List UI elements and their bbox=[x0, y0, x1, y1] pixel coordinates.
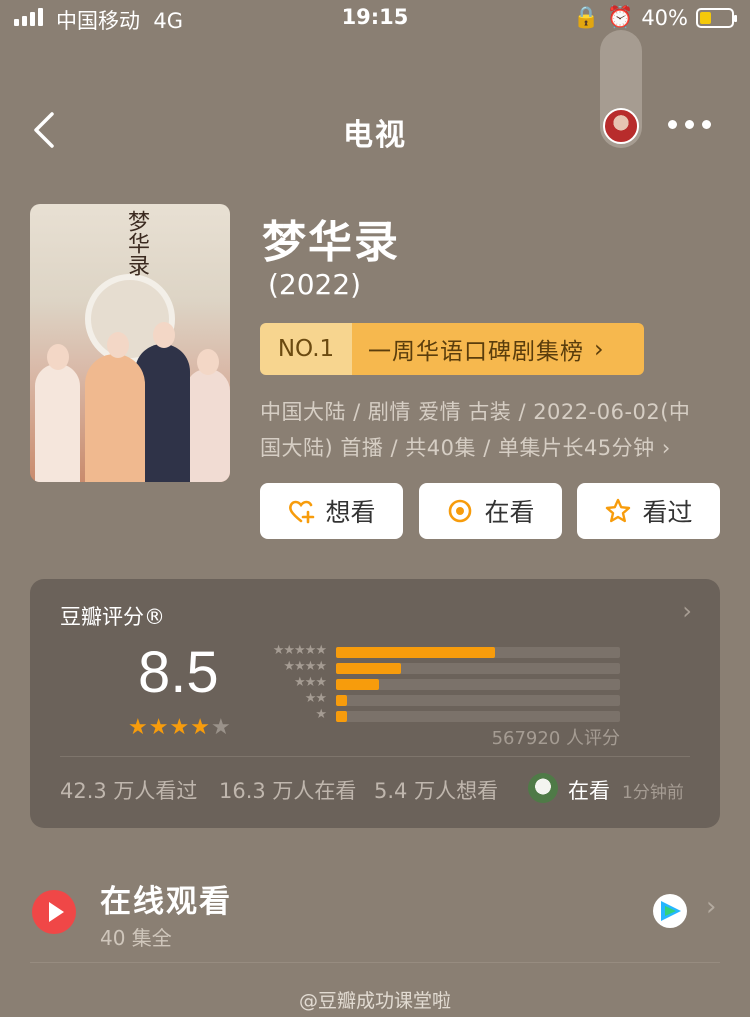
watched-button[interactable]: 看过 bbox=[577, 483, 720, 539]
status-bar: 中国移动 4G 19:15 🔒 ⏰ 40% bbox=[0, 0, 750, 36]
page: 中国移动 4G 19:15 🔒 ⏰ 40% 电视 梦华录 梦华录 (2022) … bbox=[0, 0, 750, 1017]
poster-figure bbox=[185, 369, 230, 482]
chevron-right-icon: › bbox=[661, 436, 671, 460]
poster-head bbox=[153, 322, 175, 348]
star-icon: ★ bbox=[210, 715, 231, 740]
rotation-lock-icon: 🔒 bbox=[573, 5, 600, 29]
rank-list-name: 一周华语口碑剧集榜 › bbox=[352, 323, 644, 375]
poster-figure bbox=[85, 354, 145, 482]
chevron-right-icon: › bbox=[594, 335, 605, 363]
rating-bar-fill bbox=[336, 711, 348, 722]
watching-button[interactable]: 在看 bbox=[419, 483, 562, 539]
more-button[interactable] bbox=[668, 120, 711, 129]
star-icon: ★ bbox=[190, 715, 210, 740]
watched-count: 42.3 万人看过 bbox=[60, 779, 198, 803]
star-level-label: ★★ bbox=[304, 691, 327, 706]
rating-bar bbox=[336, 647, 620, 658]
rating-card[interactable]: 豆瓣评分® › 8.5 ★ ★ ★ ★ ★ ★★★★★ ★★★★ ★★★ ★★ ★ 567920… bbox=[30, 579, 720, 828]
friend-time: 1分钟前 bbox=[622, 783, 684, 803]
status-right: 🔒 ⏰ 40% bbox=[573, 5, 737, 30]
friend-status: 在看 bbox=[568, 779, 610, 803]
want-count: 5.4 万人想看 bbox=[374, 779, 499, 803]
show-year: (2022) bbox=[268, 268, 362, 301]
battery-percent: 40% bbox=[641, 5, 688, 30]
poster-title: 梦华录 bbox=[124, 210, 149, 276]
poster-head bbox=[47, 344, 69, 370]
rating-bar bbox=[336, 695, 620, 706]
divider bbox=[30, 962, 720, 963]
star-level-label: ★★★★★ bbox=[272, 643, 327, 658]
poster-head bbox=[107, 332, 129, 358]
battery-icon bbox=[696, 7, 737, 28]
video-provider-icon bbox=[653, 894, 687, 928]
rating-distribution bbox=[336, 647, 620, 727]
rating-bar-fill bbox=[336, 647, 496, 658]
star-level-label: ★★★ bbox=[294, 675, 327, 690]
friend-avatar[interactable] bbox=[528, 773, 558, 803]
target-icon bbox=[449, 499, 472, 523]
more-dot-icon bbox=[702, 120, 711, 129]
online-watch-title: 在线观看 bbox=[100, 884, 232, 920]
rank-badge[interactable]: NO.1 一周华语口碑剧集榜 › bbox=[260, 323, 644, 375]
battery-fill bbox=[700, 11, 711, 24]
play-icon bbox=[32, 890, 76, 934]
rating-bar-fill bbox=[336, 663, 402, 674]
chevron-right-icon: › bbox=[706, 892, 717, 922]
rating-count: 567920 人评分 bbox=[491, 728, 620, 749]
chevron-right-icon: › bbox=[682, 597, 692, 625]
watching-label: 在看 bbox=[484, 498, 535, 527]
show-meta[interactable]: 中国大陆 / 剧情 爱情 古装 / 2022-06-02(中国大陆) 首播 / … bbox=[260, 394, 710, 466]
rating-stars: ★ ★ ★ ★ ★ bbox=[128, 715, 231, 740]
rank-number: NO.1 bbox=[260, 323, 352, 375]
rating-bar-fill bbox=[336, 679, 379, 690]
show-meta-text: 中国大陆 / 剧情 爱情 古装 / 2022-06-02(中国大陆) 首播 / … bbox=[260, 400, 691, 460]
star-icon: ★ bbox=[169, 715, 190, 740]
page-title: 电视 bbox=[343, 118, 407, 153]
star-level-labels: ★★★★★ ★★★★ ★★★ ★★ ★ bbox=[250, 643, 327, 723]
star-level-label: ★★★★ bbox=[283, 659, 327, 674]
divider bbox=[60, 756, 690, 757]
rating-bar-fill bbox=[336, 695, 348, 706]
poster-head bbox=[197, 349, 219, 375]
star-level-label: ★ bbox=[315, 707, 327, 722]
more-dot-icon bbox=[685, 120, 694, 129]
poster-figure bbox=[35, 364, 80, 482]
rating-bar bbox=[336, 663, 620, 674]
poster-image[interactable]: 梦华录 bbox=[30, 204, 230, 482]
heart-plus-icon bbox=[289, 500, 315, 524]
watching-count: 16.3 万人在看 bbox=[219, 779, 357, 803]
rating-bar bbox=[336, 711, 620, 722]
want-button[interactable]: 想看 bbox=[260, 483, 403, 539]
want-label: 想看 bbox=[325, 498, 376, 527]
episode-count: 40 集全 bbox=[100, 926, 172, 950]
show-title: 梦华录 bbox=[262, 217, 400, 268]
rating-source-label: 豆瓣评分® bbox=[60, 605, 165, 629]
alarm-icon: ⏰ bbox=[607, 5, 634, 29]
rank-list-label: 一周华语口碑剧集榜 bbox=[368, 339, 584, 365]
watched-label: 看过 bbox=[642, 498, 693, 527]
rating-score: 8.5 bbox=[138, 640, 219, 705]
star-icon: ★ bbox=[148, 715, 169, 740]
watermark: @豆瓣成功课堂啦 bbox=[298, 990, 451, 1012]
star-outline-icon bbox=[606, 498, 631, 523]
online-watch-row[interactable]: 在线观看 40 集全 › bbox=[0, 860, 750, 960]
more-dot-icon bbox=[668, 120, 677, 129]
rating-bar bbox=[336, 679, 620, 690]
star-icon: ★ bbox=[128, 715, 148, 740]
